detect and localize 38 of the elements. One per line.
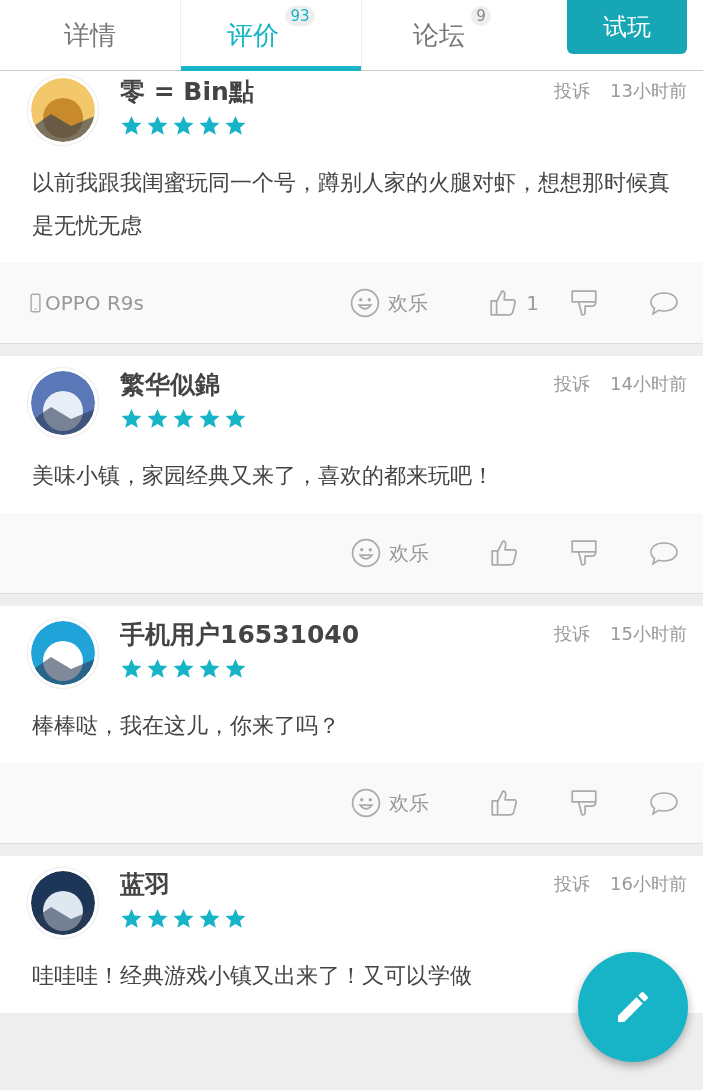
mood-button[interactable]: 欢乐 — [351, 538, 429, 568]
tab[interactable]: 详情 — [0, 0, 180, 70]
try-button[interactable]: 试玩 — [567, 0, 687, 54]
dislike-button[interactable] — [569, 288, 599, 318]
review-text: 以前我跟我闺蜜玩同一个号，蹲别人家的火腿对虾，想想那时候真是无忧无虑 — [32, 169, 671, 240]
like-button[interactable]: 1 — [488, 288, 539, 318]
count-badge: 9 — [471, 6, 491, 26]
edit-button[interactable] — [578, 952, 688, 1062]
user-name: 零 = Bin點 — [120, 76, 254, 108]
user-name: 手机用户16531040 — [120, 619, 360, 651]
report-link[interactable]: 投诉 — [554, 372, 591, 396]
timestamp: 16小时前 — [610, 872, 687, 896]
report-link[interactable]: 投诉 — [554, 79, 591, 103]
review-text: 棒棒哒，我在这儿，你来了吗？ — [32, 712, 341, 740]
dislike-button[interactable] — [569, 788, 599, 818]
report-link[interactable]: 投诉 — [554, 622, 591, 646]
timestamp: 15小时前 — [610, 622, 687, 646]
thumbs-up-icon — [488, 288, 519, 318]
smiley-icon — [351, 538, 381, 568]
timestamp: 13小时前 — [610, 79, 687, 103]
smiley-icon — [350, 288, 381, 318]
mood-button[interactable]: 欢乐 — [351, 788, 429, 818]
phone-icon — [30, 293, 41, 313]
user-name: 蓝羽 — [120, 869, 171, 901]
review-text: 美味小镇，家园经典又来了，喜欢的都来玩吧！ — [32, 462, 495, 490]
review-text: 哇哇哇！经典游戏小镇又出来了！又可以学做 — [32, 962, 473, 990]
user-name: 繁华似錦 — [120, 369, 221, 401]
device-name: OPPO R9s — [45, 291, 144, 315]
tab[interactable]: 评价 93 — [180, 0, 362, 70]
thumbs-up-icon — [489, 788, 519, 818]
thumbs-up-icon — [489, 538, 519, 568]
timestamp: 14小时前 — [610, 372, 687, 396]
report-link[interactable]: 投诉 — [554, 872, 591, 896]
mood-button[interactable]: 欢乐 — [350, 288, 429, 318]
tab[interactable]: 论坛 9 — [362, 0, 542, 70]
smiley-icon — [351, 788, 381, 818]
dislike-button[interactable] — [569, 538, 599, 568]
count-badge: 93 — [285, 6, 315, 26]
